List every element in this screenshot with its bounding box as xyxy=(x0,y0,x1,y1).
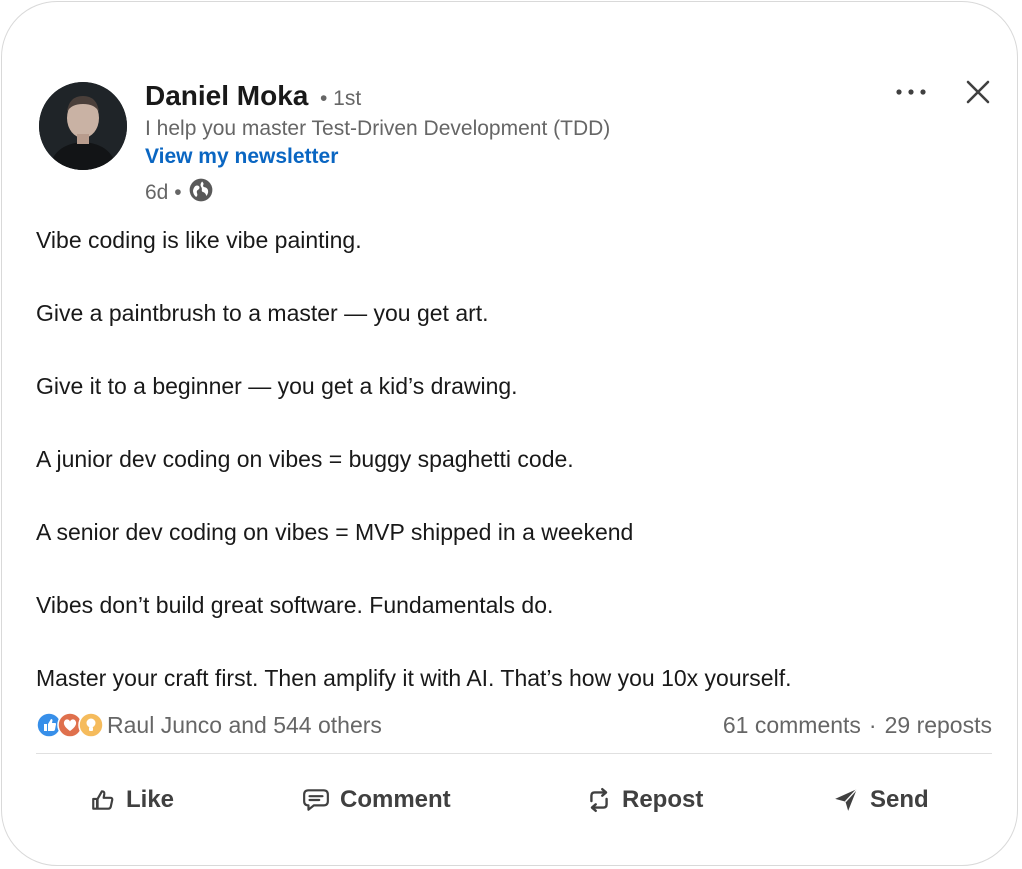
post-line: Master your craft first. Then amplify it… xyxy=(36,665,792,691)
like-button[interactable]: Like xyxy=(90,772,174,828)
send-icon xyxy=(835,788,858,811)
post-time: 6d • xyxy=(145,181,182,204)
close-button[interactable] xyxy=(956,72,1000,112)
reaction-icons xyxy=(36,712,104,738)
avatar[interactable] xyxy=(39,82,127,170)
view-newsletter-link[interactable]: View my newsletter xyxy=(145,145,338,169)
close-icon xyxy=(966,80,990,104)
send-label: Send xyxy=(870,786,929,813)
author-name[interactable]: Daniel Moka xyxy=(145,80,308,112)
like-label: Like xyxy=(126,786,175,813)
reposts-count-link[interactable]: 29 reposts xyxy=(885,712,992,739)
post-line: Give a paintbrush to a master — you get … xyxy=(36,300,489,326)
more-horizontal-icon xyxy=(896,89,926,95)
repost-icon xyxy=(590,787,608,813)
more-options-button[interactable] xyxy=(888,72,934,112)
comment-label: Comment xyxy=(340,786,451,813)
post-card: Daniel Moka • 1st I help you master Test… xyxy=(1,1,1018,866)
comment-icon xyxy=(303,789,329,811)
send-button[interactable]: Send xyxy=(832,772,929,828)
social-counts-bar: Raul Junco and 544 others 61 comments · … xyxy=(36,708,992,742)
connection-degree: • 1st xyxy=(320,87,362,110)
comments-count-link[interactable]: 61 comments xyxy=(723,712,861,739)
post-line: Vibes don’t build great software. Fundam… xyxy=(36,592,554,618)
post-meta: 6d • xyxy=(145,177,214,209)
comment-button[interactable]: Comment xyxy=(302,772,451,828)
post-line: Vibe coding is like vibe painting. xyxy=(36,227,362,253)
reactions-summary[interactable]: Raul Junco and 544 others xyxy=(36,712,382,739)
avatar-portrait xyxy=(39,82,127,170)
divider xyxy=(36,753,992,754)
repost-button[interactable]: Repost xyxy=(586,772,703,828)
action-bar: Like Comment Repost Send xyxy=(36,772,992,828)
globe-icon xyxy=(188,177,214,209)
thumbs-up-icon xyxy=(92,790,114,810)
repost-label: Repost xyxy=(622,786,704,813)
post-line: Give it to a beginner — you get a kid’s … xyxy=(36,373,518,399)
post-line: A junior dev coding on vibes = buggy spa… xyxy=(36,446,574,472)
reactions-count: Raul Junco and 544 others xyxy=(107,711,382,738)
post-line: A senior dev coding on vibes = MVP shipp… xyxy=(36,519,634,545)
insightful-reaction-icon xyxy=(78,712,104,738)
counts-separator: · xyxy=(868,711,877,738)
engagement-counts: 61 comments · 29 reposts xyxy=(723,712,992,739)
post-body: Vibe coding is like vibe painting. Give … xyxy=(36,224,996,735)
author-headline: I help you master Test-Driven Developmen… xyxy=(145,117,611,140)
